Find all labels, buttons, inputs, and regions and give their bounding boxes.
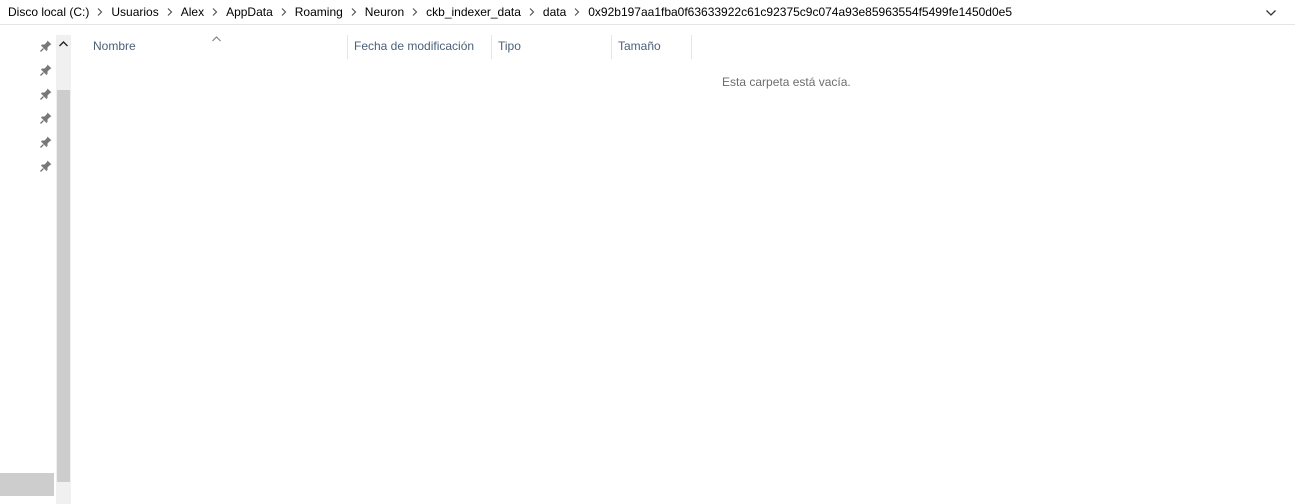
chevron-right-icon[interactable] [91,8,109,16]
empty-folder-message: Esta carpeta está vacía. [722,75,851,89]
navigation-vertical-scrollbar[interactable] [56,35,71,504]
breadcrumb-item-disco-local[interactable]: Disco local (C:) [6,5,91,19]
pin-icon [39,159,53,173]
breadcrumb-item-neuron[interactable]: Neuron [363,5,406,19]
chevron-up-icon [59,40,68,46]
pin-icon [39,39,53,53]
column-divider[interactable] [347,35,348,59]
address-bar[interactable]: Disco local (C:) Usuarios Alex AppData R… [0,0,1295,25]
breadcrumb-item-data[interactable]: data [541,5,568,19]
file-list-pane[interactable]: Nombre Fecha de modificación Tipo Tamaño… [72,25,1295,504]
navigation-horizontal-scrollbar-thumb[interactable] [0,473,54,496]
scrollbar-thumb[interactable] [57,90,70,482]
navigation-pane[interactable] [0,25,72,504]
pin-icon [39,87,53,101]
pin-icon [39,63,53,77]
chevron-right-icon[interactable] [161,8,179,16]
breadcrumb-item-roaming[interactable]: Roaming [293,5,345,19]
column-header-size[interactable]: Tamaño [618,33,690,59]
column-header-modified[interactable]: Fecha de modificación [354,33,490,59]
column-divider[interactable] [691,35,692,59]
column-header-type[interactable]: Tipo [498,33,610,59]
breadcrumb-item-current-folder[interactable]: 0x92b197aa1fba0f63633922c61c92375c9c074a… [586,5,1014,19]
column-header-name[interactable]: Nombre [93,33,346,59]
scroll-up-button[interactable] [56,35,71,52]
pin-icon [39,111,53,125]
chevron-right-icon[interactable] [345,8,363,16]
chevron-right-icon[interactable] [275,8,293,16]
column-divider[interactable] [611,35,612,59]
breadcrumb-item-alex[interactable]: Alex [179,5,206,19]
chevron-right-icon[interactable] [568,8,586,16]
breadcrumb-item-appdata[interactable]: AppData [224,5,275,19]
column-divider[interactable] [491,35,492,59]
chevron-down-icon[interactable] [1262,5,1280,21]
chevron-right-icon[interactable] [523,8,541,16]
breadcrumb-item-ckb-indexer-data[interactable]: ckb_indexer_data [424,5,523,19]
chevron-right-icon[interactable] [406,8,424,16]
breadcrumb: Disco local (C:) Usuarios Alex AppData R… [6,0,1014,24]
chevron-right-icon[interactable] [206,8,224,16]
pin-icon [39,135,53,149]
breadcrumb-item-usuarios[interactable]: Usuarios [109,5,160,19]
